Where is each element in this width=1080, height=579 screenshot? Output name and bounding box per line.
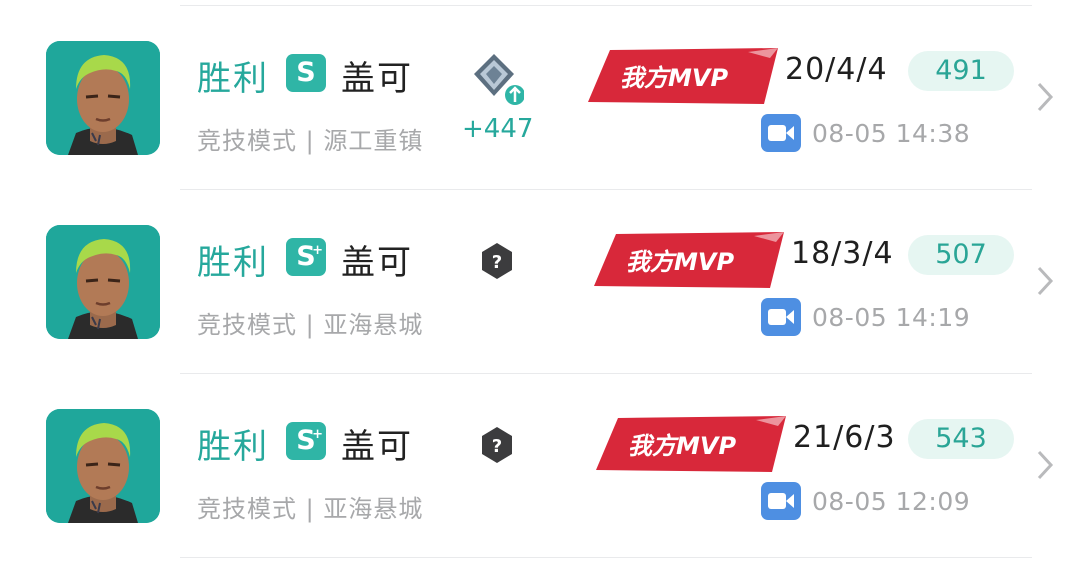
rank-letter: S [296,57,316,88]
match-result: 胜利 [197,59,269,99]
svg-text:?: ? [492,436,502,457]
mvp-badge: 我方MVP [594,230,786,290]
rank-points-change: +447 [462,114,534,144]
chevron-right-icon[interactable] [1034,79,1056,115]
kda: 20/4/4 [785,52,888,87]
match-score: 507 [908,235,1014,275]
match-row[interactable]: 胜利 S + 盖可 竞技模式 | 亚海悬城 ? 我方MVP 18/3/4 507 … [0,190,1080,374]
hero-name: 盖可 [341,59,413,99]
hero-avatar [46,41,160,155]
mvp-label: 我方MVP [626,248,735,276]
match-mode: 竞技模式 | 源工重镇 [197,127,424,155]
rank-badge: S [286,54,326,92]
match-time: 08-05 14:19 [812,303,971,332]
video-replay-icon[interactable] [761,114,801,152]
svg-text:?: ? [492,252,502,273]
match-mode: 竞技模式 | 亚海悬城 [197,495,424,523]
match-result: 胜利 [197,427,269,467]
match-score: 543 [908,419,1014,459]
kda: 18/3/4 [791,236,894,271]
video-replay-icon[interactable] [761,482,801,520]
kda: 21/6/3 [793,420,896,455]
chevron-right-icon[interactable] [1034,447,1056,483]
hero-avatar [46,225,160,339]
rank-badge: S + [286,238,326,276]
hero-name: 盖可 [341,243,413,283]
match-time: 08-05 14:38 [812,119,971,148]
match-time: 08-05 12:09 [812,487,971,516]
match-result: 胜利 [197,243,269,283]
mvp-label: 我方MVP [620,64,729,92]
rank-badge: S + [286,422,326,460]
mvp-badge: 我方MVP [596,414,788,474]
unknown-tier-icon: ? [473,421,527,475]
match-row[interactable]: 胜利 S 盖可 竞技模式 | 源工重镇 +447 我方MVP 20/4/4 49… [0,6,1080,190]
mvp-badge: 我方MVP [588,46,780,106]
unknown-tier-icon: ? [473,237,527,291]
mvp-label: 我方MVP [628,432,737,460]
video-replay-icon[interactable] [761,298,801,336]
chevron-right-icon[interactable] [1034,263,1056,299]
hero-name: 盖可 [341,427,413,467]
rank-sup: + [312,243,323,258]
hero-avatar [46,409,160,523]
match-row[interactable]: 胜利 S + 盖可 竞技模式 | 亚海悬城 ? 我方MVP 21/6/3 543 … [0,374,1080,558]
match-mode: 竞技模式 | 亚海悬城 [197,311,424,339]
match-score: 491 [908,51,1014,91]
silver-tier-up-icon [470,52,525,106]
rank-sup: + [312,427,323,442]
